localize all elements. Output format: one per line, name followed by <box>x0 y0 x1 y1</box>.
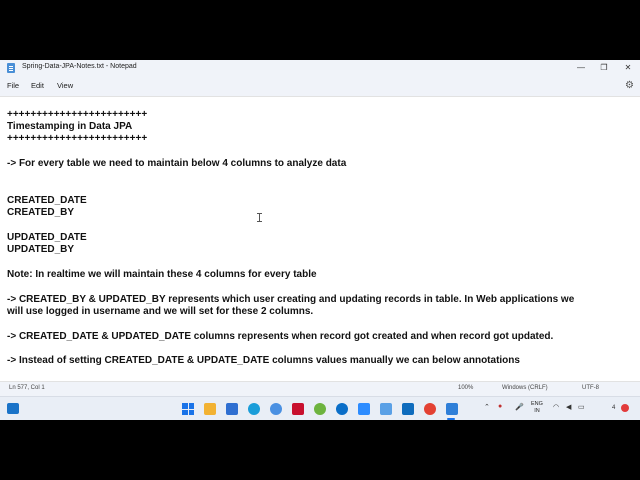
microphone-icon[interactable]: 🎤 <box>515 403 524 411</box>
spring-tool-icon[interactable] <box>314 403 326 415</box>
maximize-button[interactable]: ❐ <box>592 60 616 76</box>
title-bar[interactable]: Spring-Data-JPA-Notes.txt - Notepad — ❐ … <box>0 60 640 76</box>
text-editor[interactable]: ++++++++++++++++++++++++ Timestamping in… <box>0 97 640 381</box>
text-line: will use logged in username and we will … <box>7 306 314 317</box>
lang-region: IN <box>534 408 540 414</box>
store-icon[interactable] <box>226 403 238 415</box>
menu-view[interactable]: View <box>57 81 73 90</box>
settings-gear-icon[interactable]: ⚙ <box>625 80 634 91</box>
text-line: UPDATED_BY <box>7 244 75 255</box>
snip-icon[interactable] <box>380 403 392 415</box>
text-line: CREATED_DATE <box>7 195 87 206</box>
text-line: Note: In realtime we will maintain these… <box>7 269 317 280</box>
text-line: ++++++++++++++++++++++++ <box>7 109 148 120</box>
chrome-alt-icon[interactable] <box>270 403 282 415</box>
language-indicator[interactable]: ENG IN <box>531 401 543 415</box>
menu-edit[interactable]: Edit <box>31 81 44 90</box>
windows-start-icon[interactable] <box>182 403 194 415</box>
edge-icon[interactable] <box>248 403 260 415</box>
menu-bar: File Edit View ⚙ <box>0 76 640 97</box>
close-button[interactable]: ✕ <box>616 60 640 76</box>
minimize-button[interactable]: — <box>569 60 593 76</box>
notification-count: 4 <box>612 405 616 411</box>
lang-code: ENG <box>531 401 543 407</box>
window-title: Spring-Data-JPA-Notes.txt - Notepad <box>22 63 137 70</box>
dell-icon[interactable] <box>336 403 348 415</box>
chrome-icon[interactable] <box>424 403 436 415</box>
zoom-level[interactable]: 100% <box>458 385 473 391</box>
text-line: ++++++++++++++++++++++++ <box>7 133 148 144</box>
text-line: -> For every table we need to maintain b… <box>7 158 347 169</box>
battery-icon[interactable]: ▭ <box>578 403 585 411</box>
file-explorer-icon[interactable] <box>204 403 216 415</box>
desktop-screen: Spring-Data-JPA-Notes.txt - Notepad — ❐ … <box>0 60 640 420</box>
cursor-position: Ln 577, Col 1 <box>9 385 45 391</box>
mcafee-icon[interactable] <box>292 403 304 415</box>
text-line: UPDATED_DATE <box>7 232 87 243</box>
wifi-icon[interactable]: ◠ <box>553 403 559 411</box>
widgets-icon[interactable] <box>7 403 19 414</box>
notepad-taskbar-icon[interactable] <box>446 403 458 415</box>
security-icon[interactable]: ● <box>498 403 502 410</box>
text-line: -> CREATED_BY & UPDATED_BY represents wh… <box>7 294 575 305</box>
text-line: -> CREATED_DATE & UPDATED_DATE columns r… <box>7 331 554 342</box>
notepad-icon <box>7 63 15 73</box>
volume-icon[interactable]: ◀ <box>566 403 571 411</box>
status-bar: Ln 577, Col 1 100% Windows (CRLF) UTF-8 <box>0 381 640 396</box>
zoom-icon[interactable] <box>358 403 370 415</box>
menu-file[interactable]: File <box>7 81 19 90</box>
taskbar: ⌃ ● 🎤 ENG IN ◠ ◀ ▭ 4 <box>0 396 640 420</box>
encoding: UTF-8 <box>582 385 599 391</box>
text-line: CREATED_BY <box>7 207 75 218</box>
notification-badge[interactable] <box>621 404 629 412</box>
active-app-indicator <box>447 418 455 420</box>
ibeam-cursor-icon <box>257 213 262 222</box>
outlook-icon[interactable] <box>402 403 414 415</box>
chevron-up-icon[interactable]: ⌃ <box>484 403 490 411</box>
text-line: -> Instead of setting CREATED_DATE & UPD… <box>7 355 520 366</box>
text-line: Timestamping in Data JPA <box>7 121 133 132</box>
line-ending: Windows (CRLF) <box>502 385 548 391</box>
